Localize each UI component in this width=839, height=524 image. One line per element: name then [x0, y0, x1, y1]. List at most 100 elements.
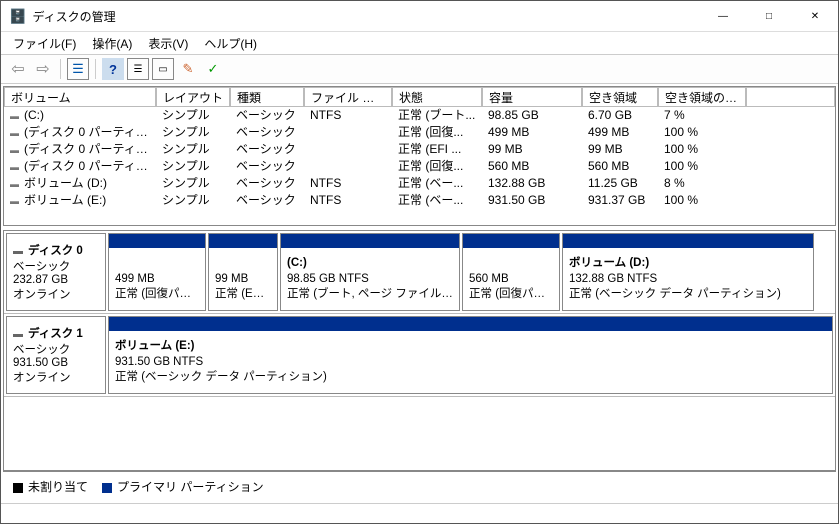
refresh-button[interactable]: ✓ [202, 58, 224, 80]
cell-fs [304, 158, 392, 175]
cell-name: ボリューム (E:) [4, 192, 156, 209]
disk-info[interactable]: ディスク 0ベーシック232.87 GBオンライン [6, 233, 106, 311]
partition-stripe [281, 234, 459, 248]
menu-file[interactable]: ファイル(F) [7, 34, 82, 53]
partition[interactable]: 499 MB正常 (回復パーティ [108, 233, 206, 311]
minimize-button[interactable]: — [700, 1, 746, 32]
cell-name: (ディスク 0 パーティシ... [4, 158, 156, 175]
cell-type: ベーシック [230, 158, 304, 175]
cell-status: 正常 (ベー... [392, 192, 482, 209]
content-area: ボリューム レイアウト 種類 ファイル システム 状態 容量 空き領域 空き領域… [1, 84, 838, 503]
cell-fs [304, 124, 392, 141]
volume-row[interactable]: ボリューム (D:)シンプルベーシックNTFS正常 (ベー...132.88 G… [4, 175, 835, 192]
view-top-button[interactable]: ☰ [127, 58, 149, 80]
column-headers: ボリューム レイアウト 種類 ファイル システム 状態 容量 空き領域 空き領域… [4, 87, 835, 107]
cell-layout: シンプル [156, 141, 230, 158]
app-icon: 🗄️ [9, 8, 26, 25]
cell-freepct: 100 % [658, 141, 746, 158]
toolbar: ⇦ ⇨ ☰ ? ☰ ▭ ✎ ✓ [1, 54, 838, 84]
help-button[interactable]: ? [102, 58, 124, 80]
cell-fs [304, 141, 392, 158]
partition[interactable]: 560 MB正常 (回復パーティ [462, 233, 560, 311]
partition-stripe [563, 234, 813, 248]
partition-label: 499 MB正常 (回復パーティ [109, 248, 205, 305]
cell-layout: シンプル [156, 124, 230, 141]
cell-status: 正常 (回復... [392, 124, 482, 141]
disk-partitions: ボリューム (E:)931.50 GB NTFS正常 (ベーシック データ パー… [108, 314, 835, 396]
cell-layout: シンプル [156, 158, 230, 175]
disk-info[interactable]: ディスク 1ベーシック931.50 GBオンライン [6, 316, 106, 394]
cell-free: 99 MB [582, 141, 658, 158]
view-bottom-button[interactable]: ▭ [152, 58, 174, 80]
titlebar: 🗄️ ディスクの管理 — □ ✕ [1, 1, 838, 32]
menu-help[interactable]: ヘルプ(H) [198, 34, 263, 53]
cell-layout: シンプル [156, 107, 230, 124]
partition-stripe [209, 234, 277, 248]
col-fs[interactable]: ファイル システム [304, 87, 392, 107]
cell-capacity: 560 MB [482, 158, 582, 175]
cell-capacity: 931.50 GB [482, 192, 582, 209]
volume-row[interactable]: ボリューム (E:)シンプルベーシックNTFS正常 (ベー...931.50 G… [4, 192, 835, 209]
cell-name: (C:) [4, 107, 156, 124]
show-hide-tree-button[interactable]: ☰ [67, 58, 89, 80]
maximize-button[interactable]: □ [746, 1, 792, 32]
col-layout[interactable]: レイアウト [156, 87, 230, 107]
cell-name: ボリューム (D:) [4, 175, 156, 192]
menu-view[interactable]: 表示(V) [142, 34, 194, 53]
disk-row: ディスク 1ベーシック931.50 GBオンラインボリューム (E:)931.5… [4, 314, 835, 397]
cell-type: ベーシック [230, 124, 304, 141]
partition-label: 99 MB正常 (EFI シ [209, 248, 277, 305]
unallocated-swatch [13, 483, 23, 493]
col-volume[interactable]: ボリューム [4, 87, 156, 107]
col-capacity[interactable]: 容量 [482, 87, 582, 107]
col-status[interactable]: 状態 [392, 87, 482, 107]
toolbar-separator [60, 59, 61, 79]
volume-list[interactable]: ボリューム レイアウト 種類 ファイル システム 状態 容量 空き領域 空き領域… [3, 86, 836, 226]
disk-partitions: 499 MB正常 (回復パーティ99 MB正常 (EFI シ(C:)98.85 … [108, 231, 835, 313]
volume-row[interactable]: (ディスク 0 パーティシ...シンプルベーシック正常 (回復...560 MB… [4, 158, 835, 175]
cell-free: 6.70 GB [582, 107, 658, 124]
col-free[interactable]: 空き領域 [582, 87, 658, 107]
partition-stripe [109, 234, 205, 248]
volume-row[interactable]: (C:)シンプルベーシックNTFS正常 (ブート...98.85 GB6.70 … [4, 107, 835, 124]
disk-graphical-panel[interactable]: ディスク 0ベーシック232.87 GBオンライン499 MB正常 (回復パーテ… [3, 230, 836, 471]
col-type[interactable]: 種類 [230, 87, 304, 107]
cell-type: ベーシック [230, 192, 304, 209]
partition[interactable]: (C:)98.85 GB NTFS正常 (ブート, ページ ファイル, クラッシ [280, 233, 460, 311]
volume-row[interactable]: (ディスク 0 パーティシ...シンプルベーシック正常 (回復...499 MB… [4, 124, 835, 141]
cell-type: ベーシック [230, 141, 304, 158]
partition[interactable]: ボリューム (D:)132.88 GB NTFS正常 (ベーシック データ パー… [562, 233, 814, 311]
disk-row: ディスク 0ベーシック232.87 GBオンライン499 MB正常 (回復パーテ… [4, 231, 835, 314]
partition-label: (C:)98.85 GB NTFS正常 (ブート, ページ ファイル, クラッシ [281, 248, 459, 305]
settings-button[interactable]: ✎ [177, 58, 199, 80]
partition[interactable]: 99 MB正常 (EFI シ [208, 233, 278, 311]
toolbar-separator [95, 59, 96, 79]
volume-row[interactable]: (ディスク 0 パーティシ...シンプルベーシック正常 (EFI ...99 M… [4, 141, 835, 158]
cell-freepct: 8 % [658, 175, 746, 192]
col-freepct[interactable]: 空き領域の割... [658, 87, 746, 107]
cell-type: ベーシック [230, 107, 304, 124]
cell-status: 正常 (ベー... [392, 175, 482, 192]
legend-unallocated: 未割り当て [13, 478, 88, 495]
cell-freepct: 100 % [658, 158, 746, 175]
close-button[interactable]: ✕ [792, 1, 838, 32]
partition-label: ボリューム (D:)132.88 GB NTFS正常 (ベーシック データ パー… [563, 248, 813, 305]
cell-fs: NTFS [304, 107, 392, 124]
cell-free: 560 MB [582, 158, 658, 175]
legend: 未割り当て プライマリ パーティション [3, 471, 836, 501]
window-title: ディスクの管理 [32, 8, 700, 25]
cell-capacity: 132.88 GB [482, 175, 582, 192]
cell-status: 正常 (回復... [392, 158, 482, 175]
volume-rows: (C:)シンプルベーシックNTFS正常 (ブート...98.85 GB6.70 … [4, 107, 835, 209]
cell-capacity: 99 MB [482, 141, 582, 158]
cell-layout: シンプル [156, 175, 230, 192]
cell-free: 931.37 GB [582, 192, 658, 209]
partition-stripe [463, 234, 559, 248]
statusbar [1, 503, 838, 523]
cell-freepct: 7 % [658, 107, 746, 124]
partition-stripe [109, 317, 832, 331]
partition[interactable]: ボリューム (E:)931.50 GB NTFS正常 (ベーシック データ パー… [108, 316, 833, 394]
menu-action[interactable]: 操作(A) [86, 34, 138, 53]
cell-name: (ディスク 0 パーティシ... [4, 141, 156, 158]
cell-fs: NTFS [304, 175, 392, 192]
